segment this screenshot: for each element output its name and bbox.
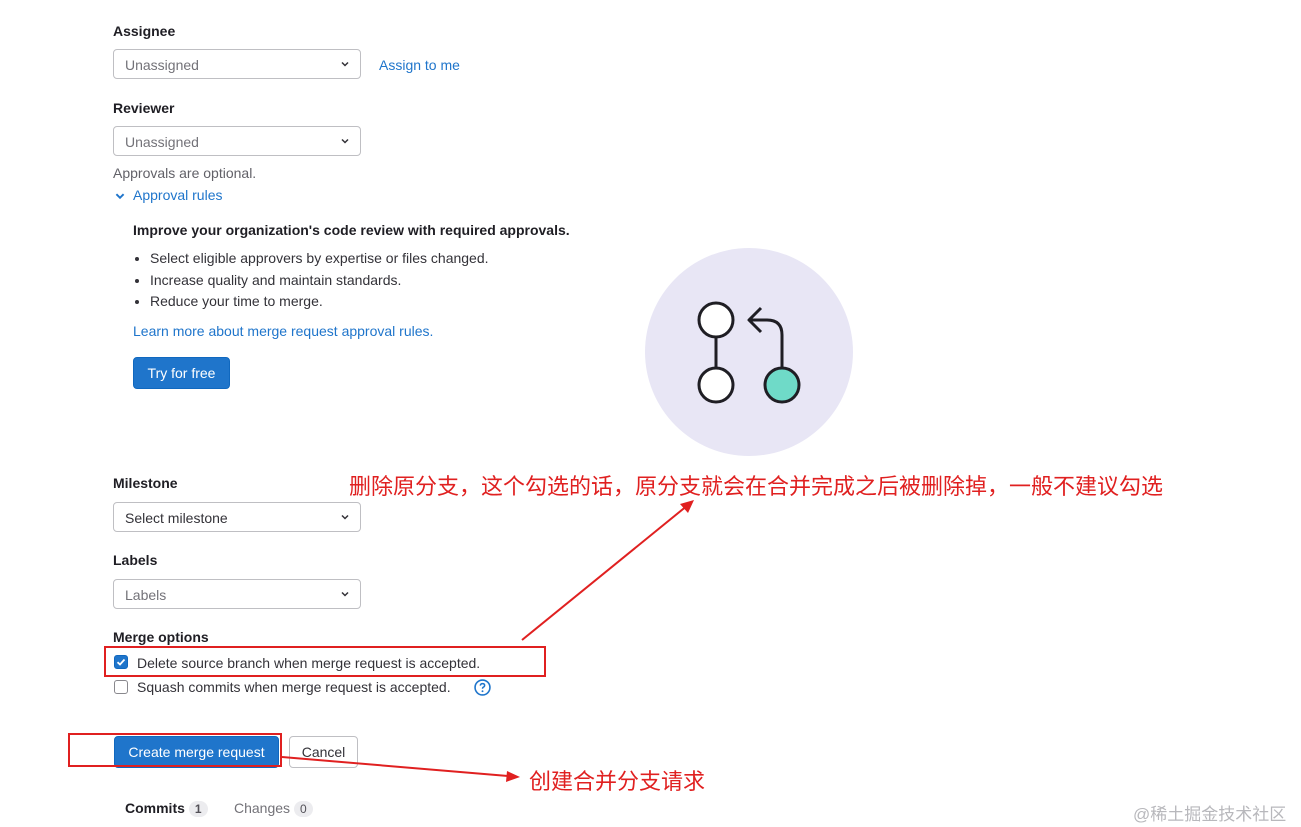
assignee-label: Assignee <box>113 23 176 39</box>
reviewer-select-value: Unassigned <box>125 134 199 150</box>
learn-more-link[interactable]: Learn more about merge request approval … <box>133 323 433 339</box>
milestone-select[interactable]: Select milestone <box>113 502 361 532</box>
approval-promo-heading: Improve your organization's code review … <box>133 222 570 238</box>
merge-options-label: Merge options <box>113 629 209 645</box>
watermark: @稀土掘金技术社区 <box>1133 805 1287 824</box>
assignee-select-value: Unassigned <box>125 57 199 73</box>
count-badge: 1 <box>188 801 208 817</box>
chevron-down-icon <box>341 138 349 144</box>
count-badge: 0 <box>294 801 313 817</box>
annotation-box-delete-branch <box>104 646 546 677</box>
question-circle-icon[interactable] <box>474 679 491 696</box>
assignee-select[interactable]: Unassigned <box>113 49 361 79</box>
approval-promo-list: Select eligible approvers by expertise o… <box>132 248 489 313</box>
cancel-button[interactable]: Cancel <box>289 736 358 768</box>
assign-to-me-link[interactable]: Assign to me <box>379 57 460 73</box>
labels-select[interactable]: Labels <box>113 579 361 609</box>
squash-commits-label[interactable]: Squash commits when merge request is acc… <box>137 679 451 695</box>
chevron-down-icon <box>341 61 349 67</box>
annotation-create-note: 创建合并分支请求 <box>529 769 706 794</box>
tab-label: Changes <box>234 800 291 816</box>
list-item: Select eligible approvers by expertise o… <box>150 248 489 270</box>
merge-request-illustration <box>645 248 853 456</box>
tab-label: Commits <box>125 800 185 816</box>
approvals-optional-text: Approvals are optional. <box>113 165 257 181</box>
arrow-to-delete-note <box>521 500 694 641</box>
chevron-down-icon <box>341 514 349 520</box>
annotation-box-create <box>68 733 282 767</box>
list-item: Increase quality and maintain standards. <box>150 270 489 292</box>
milestone-label: Milestone <box>113 475 178 491</box>
annotation-delete-branch-note: 删除原分支，这个勾选的话，原分支就会在合并完成之后被删除掉，一般不建议勾选 <box>349 474 1164 499</box>
tab-changes[interactable]: Changes 0 <box>234 800 313 817</box>
chevron-down-icon <box>115 193 125 200</box>
list-item: Reduce your time to merge. <box>150 291 489 313</box>
reviewer-select[interactable]: Unassigned <box>113 126 361 156</box>
labels-label: Labels <box>113 552 158 568</box>
squash-commits-checkbox[interactable] <box>114 680 128 694</box>
try-for-free-button[interactable]: Try for free <box>133 357 230 389</box>
tab-commits[interactable]: Commits 1 <box>125 800 208 817</box>
approval-rules-label: Approval rules <box>133 187 223 203</box>
chevron-down-icon <box>341 591 349 597</box>
labels-select-value: Labels <box>125 587 167 603</box>
reviewer-label: Reviewer <box>113 100 175 116</box>
milestone-select-value: Select milestone <box>125 510 228 526</box>
